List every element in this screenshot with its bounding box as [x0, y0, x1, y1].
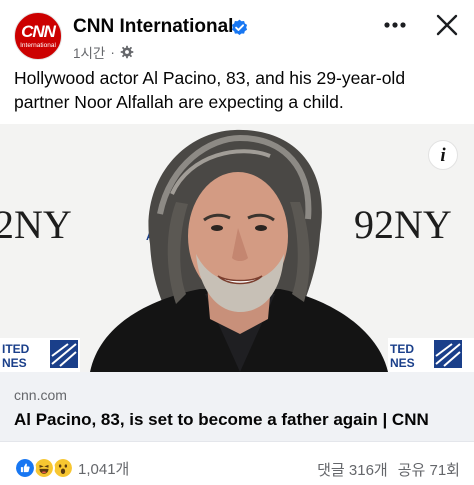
more-options-icon[interactable] [382, 14, 408, 36]
backdrop-left-logo: 2NY [0, 202, 72, 247]
info-button[interactable]: i [428, 140, 458, 170]
page-name-link[interactable]: CNN International [73, 16, 233, 38]
share-count[interactable]: 공유 71회 [398, 459, 460, 480]
post-time[interactable]: 1시간 [73, 42, 105, 62]
link-preview[interactable] [0, 372, 474, 442]
backdrop-left-banner-2: NES [2, 356, 27, 370]
page-avatar[interactable]: CNN International [14, 12, 62, 60]
audience-gear-icon [120, 45, 134, 59]
haha-reaction-icon [33, 457, 55, 479]
link-domain: cnn.com [14, 387, 67, 403]
link-title[interactable]: Al Pacino, 83, is set to become a father… [14, 410, 429, 430]
backdrop-right-logo: 92NY [354, 202, 452, 247]
photo-illustration: 2NY 92NY A ITED NES TED NES [0, 124, 474, 372]
post-text: Hollywood actor Al Pacino, 83, and his 2… [14, 68, 406, 112]
post-header: CNN International CNN International 1시간 … [0, 0, 474, 66]
reaction-count: 1,041개 [78, 460, 130, 478]
backdrop-left-banner-1: ITED [2, 342, 30, 356]
reaction-icons [14, 457, 76, 479]
post-photo[interactable]: 2NY 92NY A ITED NES TED NES [0, 124, 474, 372]
post-meta: 1시간 · [73, 42, 134, 62]
reactions-summary[interactable]: 1,041개 [14, 456, 129, 480]
wow-reaction-icon [52, 457, 74, 479]
meta-separator: · [110, 44, 115, 60]
backdrop-right-banner-1: TED [390, 342, 414, 356]
like-reaction-icon [14, 457, 36, 479]
engagement-stats: 댓글 316개 공유 71회 [317, 459, 460, 480]
close-icon[interactable] [434, 12, 460, 38]
avatar-logo-subtext: International [20, 42, 56, 49]
avatar-logo-text: CNN [21, 22, 56, 41]
comment-count[interactable]: 댓글 316개 [317, 459, 388, 480]
verified-badge-icon [231, 19, 248, 35]
backdrop-right-banner-2: NES [390, 356, 415, 370]
